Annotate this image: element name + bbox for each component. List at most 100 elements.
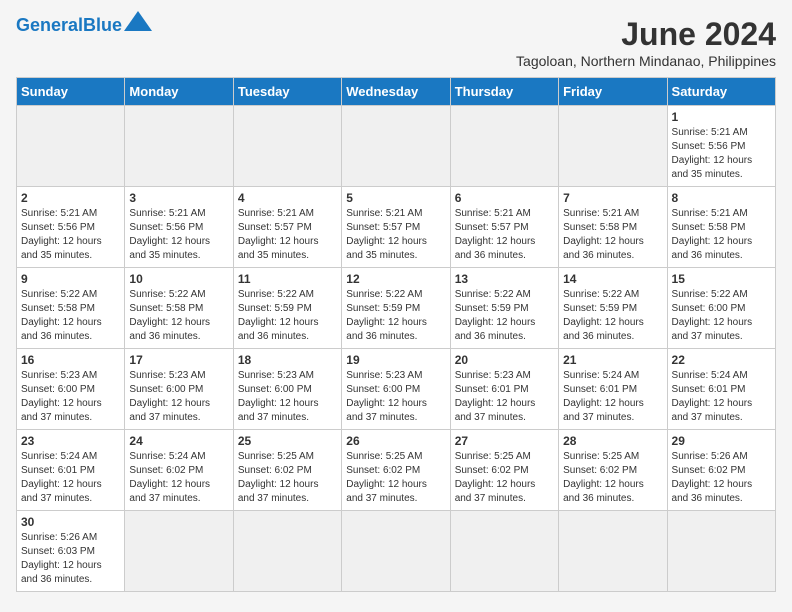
day-number: 14 (563, 272, 662, 286)
day-info: Sunrise: 5:22 AMSunset: 5:58 PMDaylight:… (129, 288, 228, 344)
col-header-thursday: Thursday (450, 78, 558, 106)
day-info: Sunrise: 5:21 AMSunset: 5:58 PMDaylight:… (672, 207, 771, 263)
day-cell: 5Sunrise: 5:21 AMSunset: 5:57 PMDaylight… (342, 187, 450, 268)
day-cell: 8 Sunrise: 5:21 AMSunset: 5:58 PMDaylight… (667, 187, 775, 268)
day-info: Sunrise: 5:23 AMSunset: 6:01 PMDaylight:… (455, 369, 554, 425)
day-cell: 17Sunrise: 5:23 AMSunset: 6:00 PMDayligh… (125, 349, 233, 430)
header: GeneralBlue June 2024 Tagoloan, Northern… (16, 16, 776, 69)
logo-icon (124, 11, 152, 31)
calendar-table: SundayMondayTuesdayWednesdayThursdayFrid… (16, 77, 776, 592)
logo-area: GeneralBlue (16, 16, 152, 36)
day-cell: 16 Sunrise: 5:23 AMSunset: 6:00 PMDayligh… (17, 349, 125, 430)
day-info: Sunrise: 5:24 AMSunset: 6:02 PMDaylight:… (129, 450, 228, 506)
logo-blue: Blue (83, 15, 122, 35)
day-number: 15 (672, 272, 771, 286)
week-row-4: 23 Sunrise: 5:24 AMSunset: 6:01 PMDayligh… (17, 430, 776, 511)
day-cell: 27 Sunrise: 5:25 AMSunset: 6:02 PMDayligh… (450, 430, 558, 511)
day-info: Sunrise: 5:25 AMSunset: 6:02 PMDaylight:… (455, 450, 554, 506)
day-number: 6 (455, 191, 554, 205)
day-number: 3 (129, 191, 228, 205)
day-cell: 25 Sunrise: 5:25 AMSunset: 6:02 PMDayligh… (233, 430, 341, 511)
week-row-2: 9Sunrise: 5:22 AMSunset: 5:58 PMDaylight… (17, 268, 776, 349)
day-number: 17 (129, 353, 228, 367)
col-header-friday: Friday (559, 78, 667, 106)
day-cell: 15 Sunrise: 5:22 AMSunset: 6:00 PMDayligh… (667, 268, 775, 349)
day-cell: 9Sunrise: 5:22 AMSunset: 5:58 PMDaylight… (17, 268, 125, 349)
day-info: Sunrise: 5:21 AMSunset: 5:56 PMDaylight:… (672, 126, 771, 182)
col-header-tuesday: Tuesday (233, 78, 341, 106)
day-info: Sunrise: 5:25 AMSunset: 6:02 PMDaylight:… (238, 450, 337, 506)
day-cell: 7 Sunrise: 5:21 AMSunset: 5:58 PMDaylight… (559, 187, 667, 268)
day-info: Sunrise: 5:21 AMSunset: 5:56 PMDaylight:… (129, 207, 228, 263)
day-cell (450, 511, 558, 592)
logo-general: General (16, 15, 83, 35)
day-info: Sunrise: 5:24 AMSunset: 6:01 PMDaylight:… (21, 450, 120, 506)
day-cell (559, 106, 667, 187)
day-info: Sunrise: 5:24 AMSunset: 6:01 PMDaylight:… (672, 369, 771, 425)
day-info: Sunrise: 5:25 AMSunset: 6:02 PMDaylight:… (563, 450, 662, 506)
day-cell: 10 Sunrise: 5:22 AMSunset: 5:58 PMDayligh… (125, 268, 233, 349)
day-number: 11 (238, 272, 337, 286)
day-cell: 20 Sunrise: 5:23 AMSunset: 6:01 PMDayligh… (450, 349, 558, 430)
logo-text: GeneralBlue (16, 16, 122, 36)
day-info: Sunrise: 5:21 AMSunset: 5:58 PMDaylight:… (563, 207, 662, 263)
day-number: 7 (563, 191, 662, 205)
day-cell: 3 Sunrise: 5:21 AMSunset: 5:56 PMDaylight… (125, 187, 233, 268)
day-cell: 4 Sunrise: 5:21 AMSunset: 5:57 PMDaylight… (233, 187, 341, 268)
day-cell: 28 Sunrise: 5:25 AMSunset: 6:02 PMDayligh… (559, 430, 667, 511)
day-number: 13 (455, 272, 554, 286)
page-container: GeneralBlue June 2024 Tagoloan, Northern… (16, 16, 776, 592)
day-cell: 30 Sunrise: 5:26 AMSunset: 6:03 PMDayligh… (17, 511, 125, 592)
col-header-sunday: Sunday (17, 78, 125, 106)
day-number: 25 (238, 434, 337, 448)
day-cell: 24Sunrise: 5:24 AMSunset: 6:02 PMDayligh… (125, 430, 233, 511)
col-header-monday: Monday (125, 78, 233, 106)
day-cell (233, 106, 341, 187)
day-cell (342, 106, 450, 187)
day-info: Sunrise: 5:22 AMSunset: 5:59 PMDaylight:… (238, 288, 337, 344)
day-cell: 26Sunrise: 5:25 AMSunset: 6:02 PMDayligh… (342, 430, 450, 511)
week-row-3: 16 Sunrise: 5:23 AMSunset: 6:00 PMDayligh… (17, 349, 776, 430)
day-cell: 2Sunrise: 5:21 AMSunset: 5:56 PMDaylight… (17, 187, 125, 268)
day-number: 20 (455, 353, 554, 367)
day-cell: 1Sunrise: 5:21 AMSunset: 5:56 PMDaylight… (667, 106, 775, 187)
day-number: 22 (672, 353, 771, 367)
day-info: Sunrise: 5:23 AMSunset: 6:00 PMDaylight:… (21, 369, 120, 425)
day-cell: 18Sunrise: 5:23 AMSunset: 6:00 PMDayligh… (233, 349, 341, 430)
day-number: 4 (238, 191, 337, 205)
day-cell: 6Sunrise: 5:21 AMSunset: 5:57 PMDaylight… (450, 187, 558, 268)
col-header-saturday: Saturday (667, 78, 775, 106)
day-cell: 12 Sunrise: 5:22 AMSunset: 5:59 PMDayligh… (342, 268, 450, 349)
week-row-0: 1Sunrise: 5:21 AMSunset: 5:56 PMDaylight… (17, 106, 776, 187)
day-number: 16 (21, 353, 120, 367)
day-number: 23 (21, 434, 120, 448)
day-number: 10 (129, 272, 228, 286)
day-info: Sunrise: 5:26 AMSunset: 6:03 PMDaylight:… (21, 531, 120, 587)
day-info: Sunrise: 5:22 AMSunset: 6:00 PMDaylight:… (672, 288, 771, 344)
day-cell (559, 511, 667, 592)
day-info: Sunrise: 5:22 AMSunset: 5:58 PMDaylight:… (21, 288, 120, 344)
day-cell: 13Sunrise: 5:22 AMSunset: 5:59 PMDayligh… (450, 268, 558, 349)
day-number: 30 (21, 515, 120, 529)
day-info: Sunrise: 5:24 AMSunset: 6:01 PMDaylight:… (563, 369, 662, 425)
day-number: 12 (346, 272, 445, 286)
day-info: Sunrise: 5:22 AMSunset: 5:59 PMDaylight:… (563, 288, 662, 344)
col-header-wednesday: Wednesday (342, 78, 450, 106)
day-cell: 23 Sunrise: 5:24 AMSunset: 6:01 PMDayligh… (17, 430, 125, 511)
day-cell: 14 Sunrise: 5:22 AMSunset: 5:59 PMDayligh… (559, 268, 667, 349)
day-number: 27 (455, 434, 554, 448)
day-cell: 22 Sunrise: 5:24 AMSunset: 6:01 PMDayligh… (667, 349, 775, 430)
day-number: 21 (563, 353, 662, 367)
day-info: Sunrise: 5:22 AMSunset: 5:59 PMDaylight:… (346, 288, 445, 344)
day-info: Sunrise: 5:23 AMSunset: 6:00 PMDaylight:… (238, 369, 337, 425)
day-info: Sunrise: 5:23 AMSunset: 6:00 PMDaylight:… (346, 369, 445, 425)
day-cell (125, 511, 233, 592)
calendar-subtitle: Tagoloan, Northern Mindanao, Philippines (516, 53, 776, 69)
day-info: Sunrise: 5:26 AMSunset: 6:02 PMDaylight:… (672, 450, 771, 506)
day-number: 28 (563, 434, 662, 448)
day-info: Sunrise: 5:21 AMSunset: 5:57 PMDaylight:… (238, 207, 337, 263)
calendar-title: June 2024 (516, 16, 776, 53)
day-number: 8 (672, 191, 771, 205)
title-area: June 2024 Tagoloan, Northern Mindanao, P… (516, 16, 776, 69)
day-cell (342, 511, 450, 592)
